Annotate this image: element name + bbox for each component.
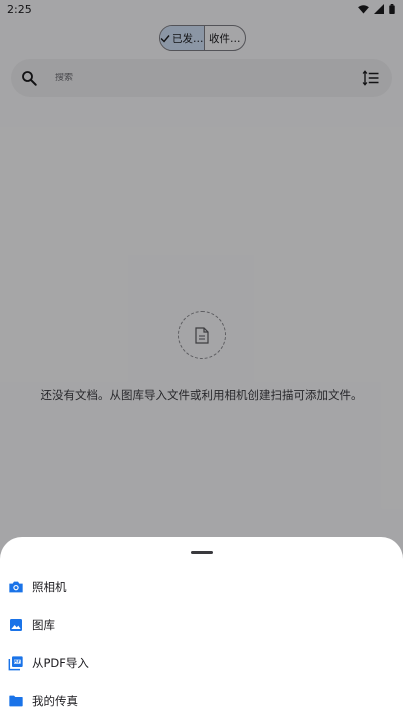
sheet-item-label: 图库: [32, 618, 55, 632]
sheet-item-label: 我的传真: [32, 694, 78, 708]
import-bottom-sheet: 照相机 图库 从PDF导入 我的传真: [0, 537, 403, 720]
sheet-item-camera[interactable]: 照相机: [0, 568, 403, 606]
drag-handle[interactable]: [191, 551, 213, 554]
camera-icon: [8, 579, 24, 595]
sheet-item-import-pdf[interactable]: 从PDF导入: [0, 644, 403, 682]
sheet-item-label: 从PDF导入: [32, 656, 89, 670]
image-icon: [8, 617, 24, 633]
sheet-item-gallery[interactable]: 图库: [0, 606, 403, 644]
sheet-item-my-faxes[interactable]: 我的传真: [0, 682, 403, 720]
pdf-icon: [8, 655, 24, 671]
sheet-item-label: 照相机: [32, 580, 67, 594]
folder-icon: [8, 693, 24, 709]
